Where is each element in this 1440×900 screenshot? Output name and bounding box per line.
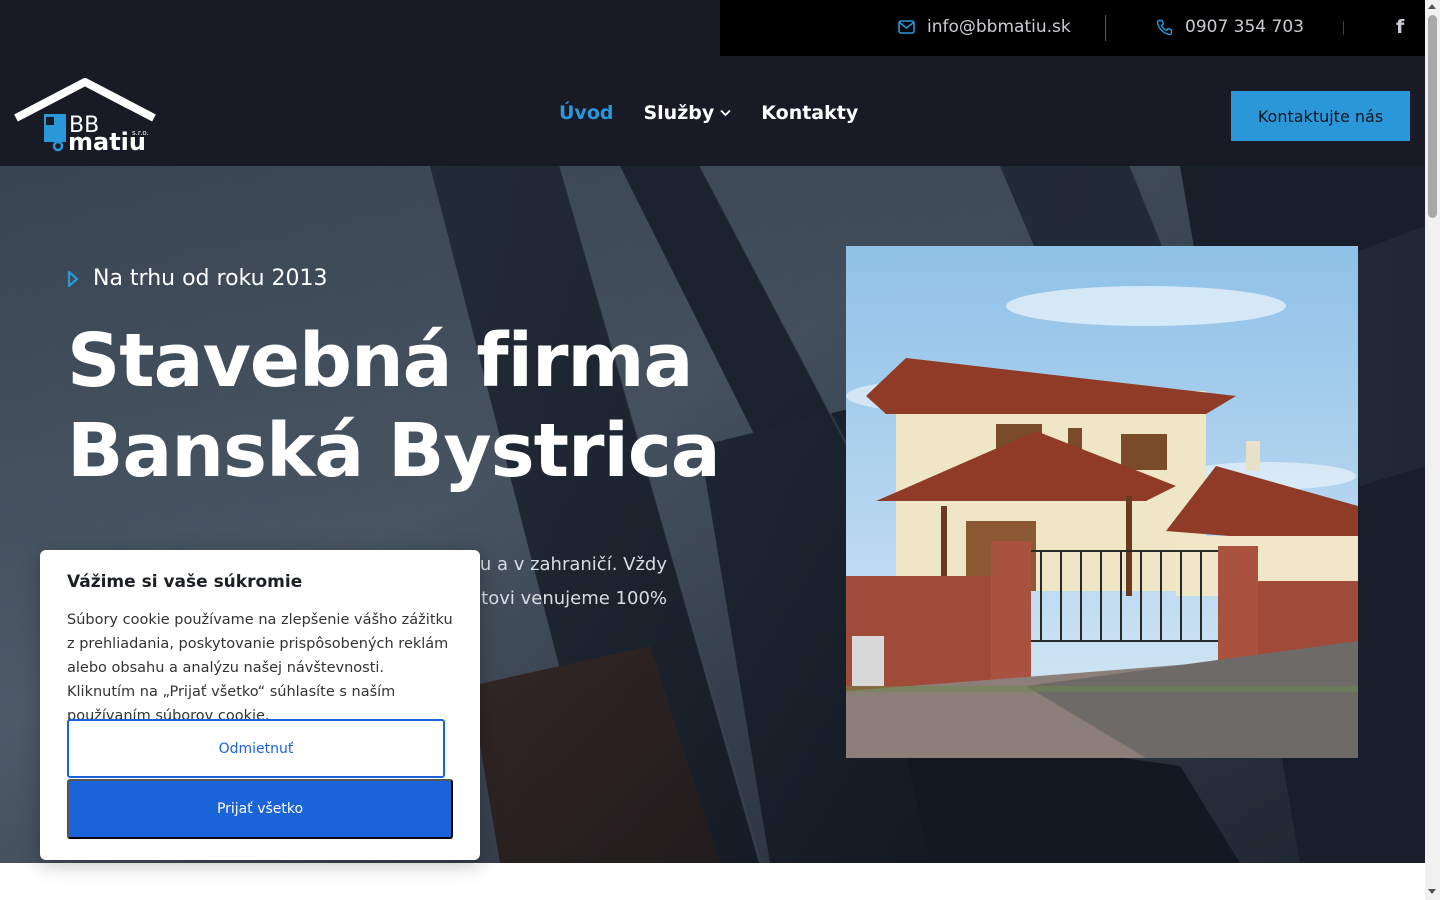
top-contact-bar: info@bbmatiu.sk 0907 354 703 f	[720, 0, 1425, 56]
topbar-divider	[1105, 15, 1106, 41]
scroll-up-arrow-icon[interactable]	[1428, 4, 1436, 9]
hero-tagline: Na trhu od roku 2013	[67, 266, 328, 291]
company-logo[interactable]: BB matiu s.r.o.	[14, 77, 156, 156]
cookie-title: Vážime si vaše súkromie	[67, 572, 303, 592]
topbar-divider	[1343, 21, 1344, 35]
envelope-icon	[898, 20, 915, 34]
contact-us-button[interactable]: Kontaktujte nás	[1231, 91, 1410, 141]
email-link[interactable]: info@bbmatiu.sk	[898, 17, 1071, 37]
page: info@bbmatiu.sk 0907 354 703 f BB matiu …	[0, 0, 1440, 900]
facebook-icon[interactable]: f	[1396, 16, 1404, 38]
cookie-text: Súbory cookie používame na zlepšenie váš…	[67, 612, 453, 724]
scroll-down-arrow-icon[interactable]	[1428, 889, 1436, 894]
phone-icon	[1156, 19, 1173, 36]
hero-title: Stavebná firma Banská Bystrica	[67, 316, 767, 496]
phone-text: 0907 354 703	[1185, 17, 1304, 37]
nav-item-sluzby[interactable]: Služby	[643, 102, 731, 124]
logo-suffix: s.r.o.	[132, 129, 149, 137]
reject-cookies-button[interactable]: Odmietnuť	[67, 719, 445, 778]
nav-item-kontakty[interactable]: Kontakty	[761, 102, 858, 124]
accept-all-cookies-button[interactable]: Prijať všetko	[67, 779, 453, 839]
main-navigation: Úvod Služby Kontakty	[559, 102, 888, 124]
page-scrollbar[interactable]	[1425, 0, 1440, 900]
play-arrow-icon	[67, 270, 79, 288]
site-header: info@bbmatiu.sk 0907 354 703 f BB matiu …	[0, 0, 1425, 166]
nav-item-uvod[interactable]: Úvod	[559, 102, 613, 124]
nav-item-label: Služby	[643, 102, 715, 124]
hero-title-line: Banská Bystrica	[67, 408, 721, 494]
hero-title-line: Stavebná firma	[67, 318, 693, 404]
house-photo	[846, 246, 1358, 758]
email-text: info@bbmatiu.sk	[927, 17, 1071, 37]
tagline-text: Na trhu od roku 2013	[93, 266, 328, 291]
cookie-consent-dialog: Vážime si vaše súkromie Súbory cookie po…	[40, 550, 480, 860]
scrollbar-thumb[interactable]	[1428, 15, 1437, 218]
chevron-down-icon	[720, 109, 731, 117]
phone-link[interactable]: 0907 354 703	[1156, 17, 1304, 37]
